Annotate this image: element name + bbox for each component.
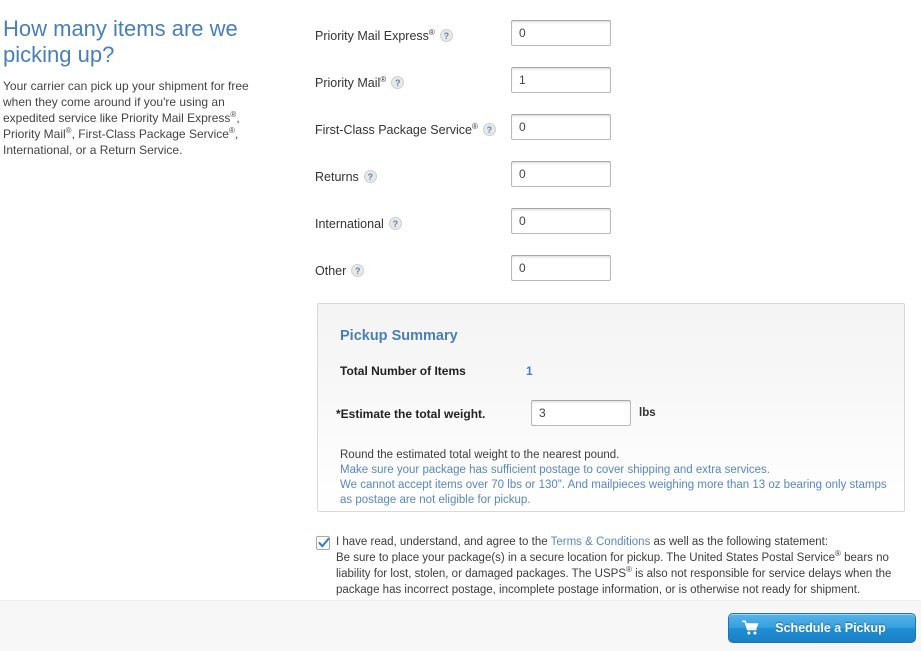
total-items-value: 1 bbox=[526, 364, 533, 378]
item-row-returns: Returns? bbox=[315, 159, 915, 206]
help-icon[interactable]: ? bbox=[391, 76, 405, 89]
item-row-priority-mail-express: Priority Mail Express®? bbox=[315, 18, 915, 65]
intro-text-part3: , First-Class Package Service bbox=[71, 127, 229, 141]
schedule-pickup-label: Schedule a Pickup bbox=[775, 621, 886, 635]
item-quantity-form: Priority Mail Express®?Priority Mail®?Fi… bbox=[315, 18, 915, 300]
help-icon[interactable]: ? bbox=[351, 264, 365, 277]
registered-mark-icon: ® bbox=[380, 74, 387, 84]
label-first-class-package-service: First-Class Package Service®? bbox=[315, 121, 496, 137]
quantity-input-priority-mail[interactable] bbox=[511, 67, 611, 93]
page-title: How many items are we picking up? bbox=[3, 16, 238, 67]
label-text: International bbox=[315, 217, 384, 231]
total-items-label: Total Number of Items bbox=[340, 364, 466, 378]
label-international: International? bbox=[315, 217, 402, 231]
summary-notes: Round the estimated total weight to the … bbox=[340, 448, 890, 508]
label-text: Returns bbox=[315, 170, 359, 184]
quantity-input-priority-mail-express[interactable] bbox=[511, 20, 611, 46]
terms-and-conditions-link[interactable]: Terms & Conditions bbox=[551, 536, 651, 548]
item-row-international: International? bbox=[315, 206, 915, 253]
estimate-weight-row: *Estimate the total weight. lbs bbox=[336, 400, 896, 430]
terms-checkbox[interactable] bbox=[316, 536, 330, 550]
item-row-other: Other? bbox=[315, 253, 915, 300]
footer-bar: Schedule a Pickup bbox=[0, 600, 921, 651]
help-icon[interactable]: ? bbox=[388, 217, 402, 230]
total-items-row: Total Number of Items 1 bbox=[340, 364, 590, 378]
note-round-weight: Round the estimated total weight to the … bbox=[340, 449, 620, 461]
estimate-weight-input[interactable] bbox=[531, 400, 631, 426]
checkmark-icon bbox=[318, 537, 330, 548]
label-text: Priority Mail Express bbox=[315, 29, 429, 43]
shopping-cart-icon bbox=[742, 620, 759, 635]
help-icon[interactable]: ? bbox=[482, 123, 496, 136]
label-returns: Returns? bbox=[315, 170, 377, 184]
quantity-input-international[interactable] bbox=[511, 208, 611, 234]
pickup-summary-title: Pickup Summary bbox=[340, 328, 458, 344]
item-row-first-class-package-service: First-Class Package Service®? bbox=[315, 112, 915, 159]
quantity-input-returns[interactable] bbox=[511, 161, 611, 187]
pickup-summary-panel: Pickup Summary Total Number of Items 1 *… bbox=[317, 303, 905, 512]
quantity-input-first-class-package-service[interactable] bbox=[511, 114, 611, 140]
item-row-priority-mail: Priority Mail®? bbox=[315, 65, 915, 112]
label-priority-mail-express: Priority Mail Express®? bbox=[315, 27, 453, 43]
intro-description: Your carrier can pick up your shipment f… bbox=[0, 78, 261, 158]
label-other: Other? bbox=[315, 264, 365, 278]
intro-text-part1: Your carrier can pick up your shipment f… bbox=[3, 79, 249, 125]
help-icon[interactable]: ? bbox=[363, 170, 377, 183]
label-priority-mail: Priority Mail®? bbox=[315, 74, 405, 90]
help-icon[interactable]: ? bbox=[439, 29, 453, 42]
statement-part1: Be sure to place your package(s) in a se… bbox=[336, 552, 836, 564]
estimate-weight-label: *Estimate the total weight. bbox=[336, 407, 486, 421]
note-weight-limits: We cannot accept items over 70 lbs or 13… bbox=[340, 479, 887, 506]
schedule-pickup-button[interactable]: Schedule a Pickup bbox=[728, 613, 916, 643]
terms-agreement-block: I have read, understand, and agree to th… bbox=[316, 534, 916, 598]
terms-agreement-text: I have read, understand, and agree to th… bbox=[336, 534, 916, 550]
terms-lead-text: I have read, understand, and agree to th… bbox=[336, 536, 551, 548]
registered-mark-icon: ® bbox=[428, 27, 435, 37]
intro-column: How many items are we picking up? Your c… bbox=[0, 16, 270, 158]
quantity-input-other[interactable] bbox=[511, 255, 611, 281]
weight-unit-label: lbs bbox=[639, 407, 656, 419]
label-text: Other bbox=[315, 264, 347, 278]
note-sufficient-postage: Make sure your package has sufficient po… bbox=[340, 464, 770, 476]
registered-mark-icon: ® bbox=[472, 121, 478, 131]
label-text: First-Class Package Service bbox=[315, 123, 472, 137]
label-text: Priority Mail bbox=[315, 76, 381, 90]
terms-liability-statement: Be sure to place your package(s) in a se… bbox=[336, 550, 916, 598]
terms-trail-text: as well as the following statement: bbox=[650, 536, 829, 548]
